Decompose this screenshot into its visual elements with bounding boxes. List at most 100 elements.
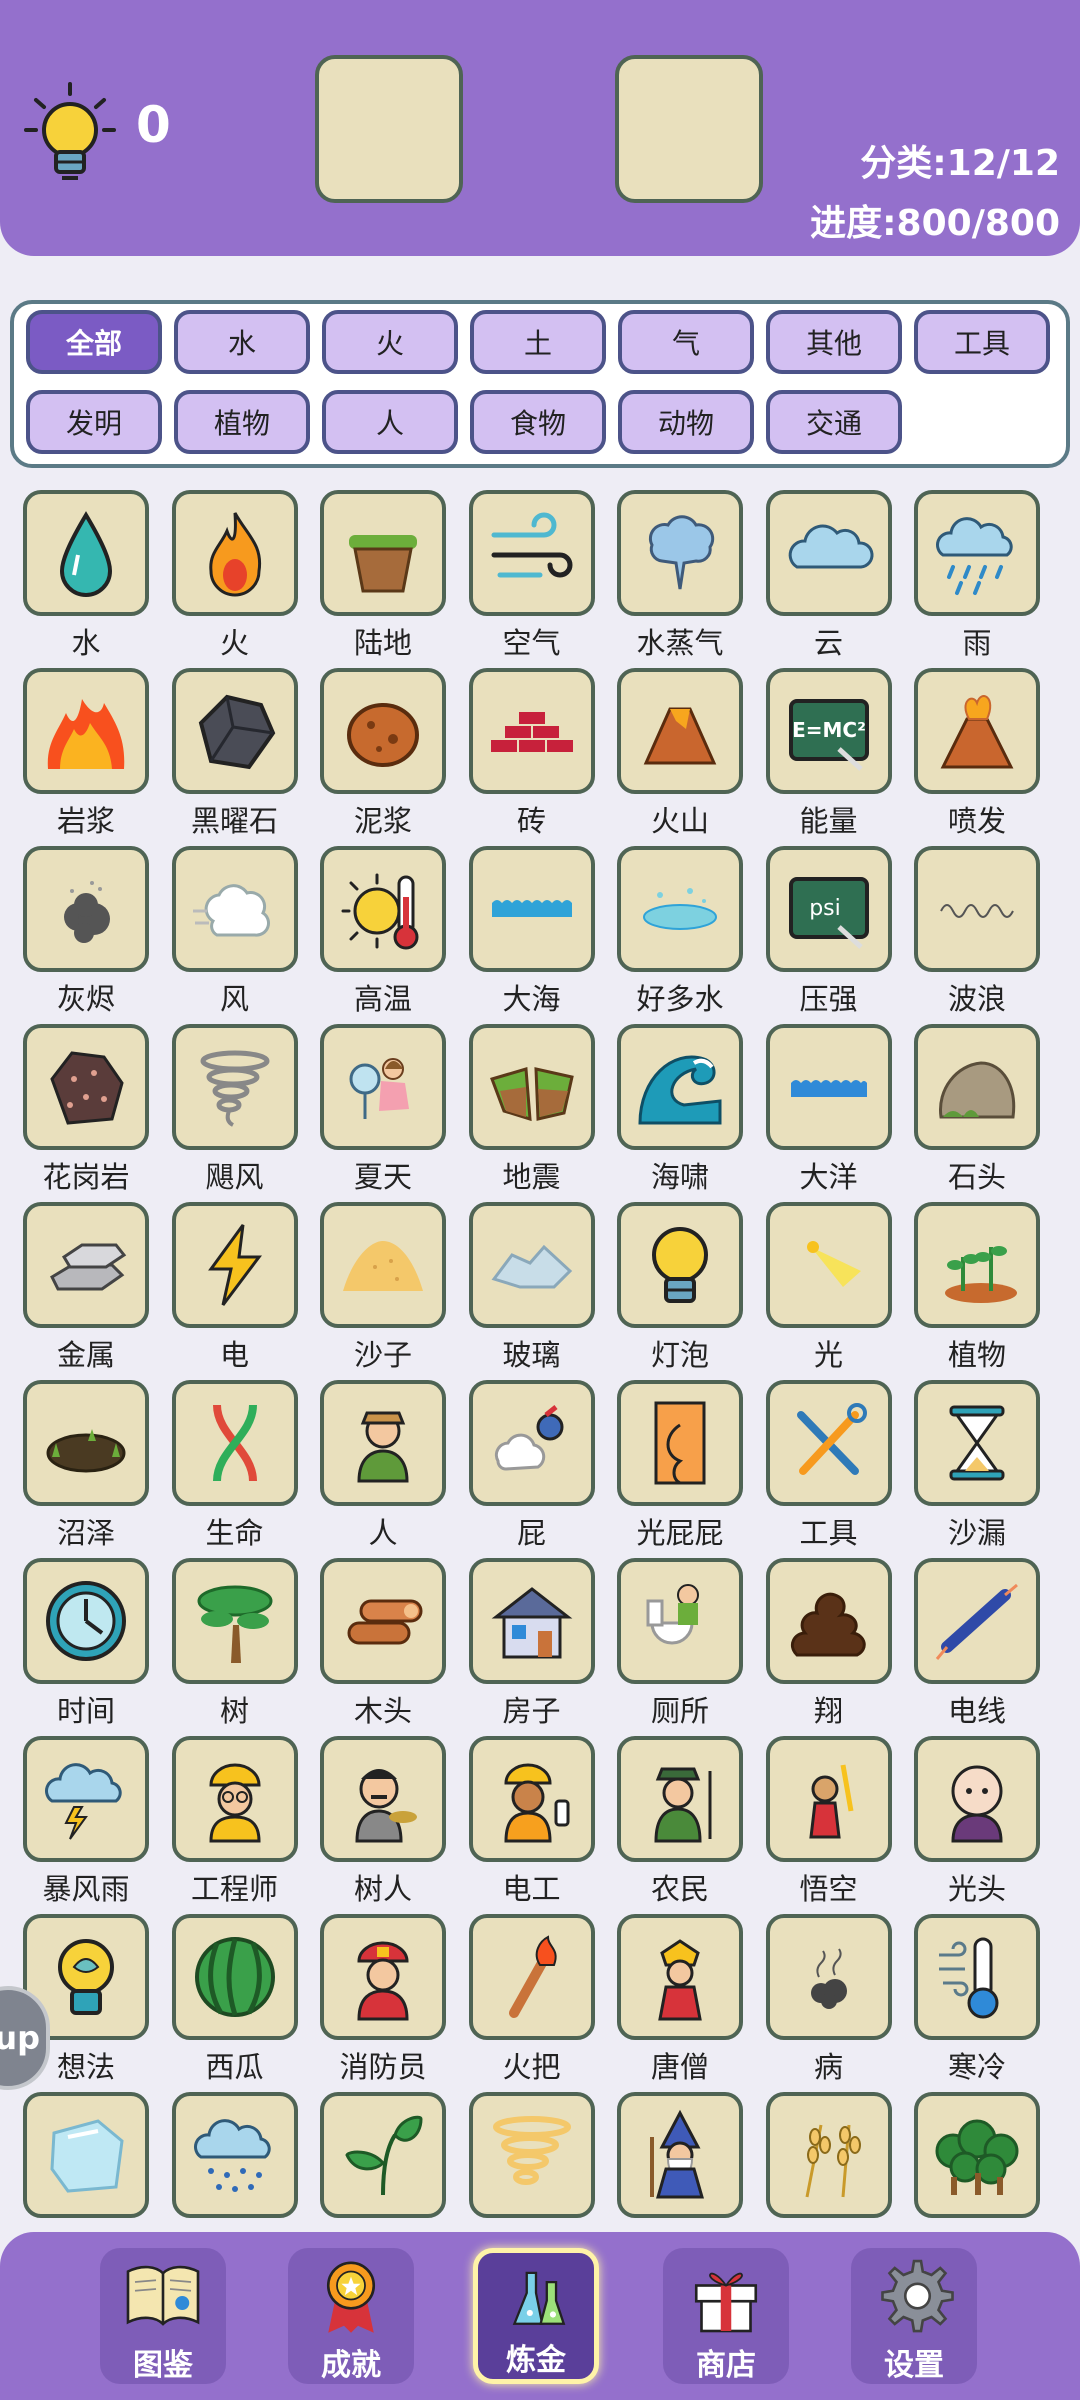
element-tile[interactable] — [914, 1558, 1040, 1684]
element-tile[interactable] — [320, 846, 446, 972]
element-tile[interactable] — [23, 490, 149, 616]
element-tile[interactable] — [765, 1914, 892, 2040]
element-tile[interactable] — [171, 668, 298, 794]
element-tile[interactable] — [617, 490, 743, 616]
element-tile[interactable] — [23, 1202, 149, 1328]
nav-button[interactable]: 成就 — [288, 2248, 414, 2384]
element-tile[interactable] — [320, 2092, 446, 2218]
element-tile[interactable] — [468, 1380, 595, 1506]
nav-label: 炼金 — [506, 2343, 566, 2378]
element-tile[interactable] — [617, 1202, 743, 1328]
element-tile[interactable] — [765, 1558, 892, 1684]
element-tile[interactable] — [617, 1024, 743, 1150]
nav-button[interactable]: 炼金 — [473, 2248, 599, 2384]
element-tile[interactable] — [617, 1558, 743, 1684]
element-tile[interactable] — [468, 490, 595, 616]
element-tile[interactable] — [617, 2092, 743, 2218]
element-tile[interactable] — [468, 1024, 595, 1150]
wheat-icon — [805, 2124, 861, 2198]
element-tile[interactable] — [914, 668, 1040, 794]
element-tile[interactable] — [171, 1558, 298, 1684]
element-tile[interactable]: psi — [765, 846, 892, 972]
stone-icon — [939, 1061, 1016, 1119]
element-tile[interactable] — [171, 1202, 298, 1328]
element-tile[interactable] — [468, 2092, 595, 2218]
element-tile[interactable]: E=MC² — [765, 668, 892, 794]
element-label: 陆地 — [353, 626, 412, 660]
mud-icon — [347, 703, 419, 767]
element-tile[interactable] — [914, 1380, 1040, 1506]
element-tile[interactable] — [765, 490, 892, 616]
element-tile[interactable] — [320, 1914, 446, 2040]
element-tile[interactable] — [468, 1736, 595, 1862]
element-tile[interactable] — [914, 490, 1040, 616]
hurricane-icon — [200, 1050, 269, 1127]
element-label: 树 — [219, 1694, 249, 1728]
element-tile[interactable] — [468, 846, 595, 972]
element-tile[interactable] — [171, 1380, 298, 1506]
element-tile[interactable] — [171, 1736, 298, 1862]
poop-icon — [790, 1592, 866, 1657]
element-tile[interactable] — [914, 2092, 1040, 2218]
element-tile[interactable] — [765, 1202, 892, 1328]
element-tile[interactable] — [320, 1380, 446, 1506]
element-tile[interactable] — [468, 1558, 595, 1684]
element-tile[interactable] — [320, 668, 446, 794]
water-drop-icon — [59, 511, 113, 597]
element-label: 玻璃 — [502, 1338, 561, 1372]
element-label: 雨 — [962, 626, 992, 660]
element-tile[interactable] — [765, 1380, 892, 1506]
element-tile[interactable] — [23, 1736, 149, 1862]
element-label: 火 — [219, 626, 249, 660]
person-icon — [357, 1411, 409, 1483]
element-tile[interactable] — [23, 1558, 149, 1684]
element-label: 农民 — [650, 1872, 709, 1906]
heat-icon — [341, 873, 419, 950]
element-tile[interactable] — [765, 1024, 892, 1150]
element-tile[interactable] — [320, 1202, 446, 1328]
element-tile[interactable] — [765, 1736, 892, 1862]
element-tile[interactable] — [171, 2092, 298, 2218]
nav-button[interactable]: 设置 — [851, 2248, 977, 2384]
element-tile[interactable] — [617, 846, 743, 972]
element-tile[interactable] — [23, 1024, 149, 1150]
element-tile[interactable] — [617, 1914, 743, 2040]
nav-button[interactable]: 商店 — [663, 2248, 789, 2384]
element-tile[interactable] — [617, 668, 743, 794]
firefighter-icon — [357, 1941, 409, 2021]
element-tile[interactable] — [914, 1024, 1040, 1150]
element-tile[interactable] — [171, 1914, 298, 2040]
element-label: 大洋 — [799, 1160, 858, 1194]
land-icon — [349, 535, 417, 593]
element-tile[interactable] — [617, 1380, 743, 1506]
element-tile[interactable] — [914, 1914, 1040, 2040]
element-tile[interactable] — [617, 1736, 743, 1862]
element-tile[interactable] — [914, 1202, 1040, 1328]
element-label: 水 — [71, 626, 101, 660]
element-tile[interactable] — [468, 1202, 595, 1328]
element-tile[interactable] — [23, 2092, 149, 2218]
element-tile[interactable] — [320, 1024, 446, 1150]
element-tile[interactable] — [320, 490, 446, 616]
element-tile[interactable] — [320, 1736, 446, 1862]
element-label: 电工 — [502, 1872, 561, 1906]
element-label: 房子 — [502, 1694, 561, 1728]
element-tile[interactable] — [468, 1914, 595, 2040]
element-tile[interactable] — [171, 1024, 298, 1150]
fire-icon — [208, 512, 261, 597]
nav-label: 图鉴 — [133, 2348, 193, 2383]
element-tile[interactable] — [23, 846, 149, 972]
nav-button[interactable]: 图鉴 — [100, 2248, 226, 2384]
element-tile[interactable] — [171, 490, 298, 616]
element-tile[interactable] — [320, 1558, 446, 1684]
element-tile[interactable] — [765, 2092, 892, 2218]
element-tile[interactable] — [171, 846, 298, 972]
element-tile[interactable] — [23, 1380, 149, 1506]
element-tile[interactable] — [468, 668, 595, 794]
element-label: 电 — [219, 1338, 249, 1372]
element-tile[interactable] — [23, 668, 149, 794]
element-tile[interactable] — [914, 1736, 1040, 1862]
flask-icon — [512, 2271, 566, 2325]
element-label: 喷发 — [947, 804, 1006, 838]
element-tile[interactable] — [914, 846, 1040, 972]
